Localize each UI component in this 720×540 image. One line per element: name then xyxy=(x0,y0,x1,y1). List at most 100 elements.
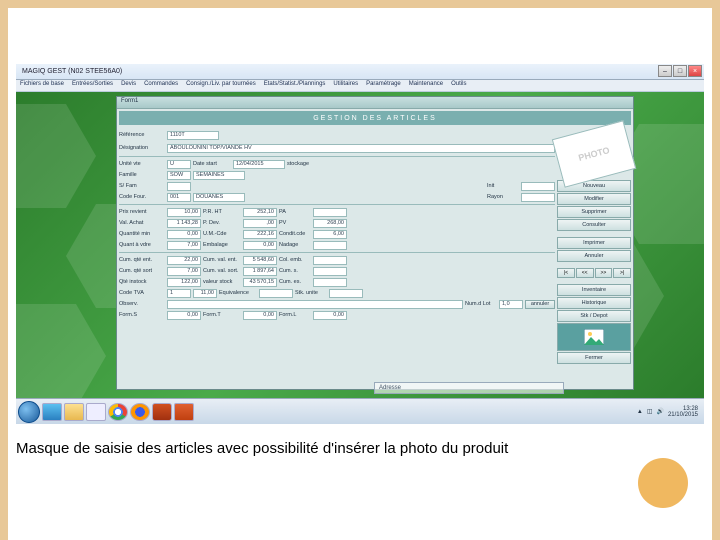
annuler-button[interactable]: Annuler xyxy=(557,250,631,262)
nav-prev-button[interactable]: << xyxy=(576,268,594,278)
equiv-label: Equivalence xyxy=(219,290,257,296)
nav-last-button[interactable]: >| xyxy=(613,268,631,278)
observ-label: Observ. xyxy=(119,301,165,307)
inner-titlebar[interactable]: Form1 xyxy=(117,97,633,109)
prix-rev-field[interactable]: 10,00 xyxy=(167,208,201,217)
qte-vte-label: Quant à vdre xyxy=(119,242,165,248)
codefour-field[interactable]: 001 xyxy=(167,193,191,202)
embal-label: Embalage xyxy=(203,242,241,248)
val-stock-field[interactable]: 43 570,15 xyxy=(243,278,277,287)
pa-field[interactable] xyxy=(313,208,347,217)
nav-next-button[interactable]: >> xyxy=(595,268,613,278)
menu-item[interactable]: Consign./Liv. par tournées xyxy=(186,81,256,90)
close-button[interactable]: × xyxy=(688,65,702,77)
cum-q-sort-label: Cum. qté sort xyxy=(119,268,165,274)
cum-val-sort-field[interactable]: 1 897,64 xyxy=(243,267,277,276)
nadage-label: Nadage xyxy=(279,242,311,248)
reference-field[interactable]: 1110T xyxy=(167,131,219,140)
photo-placeholder[interactable]: PHOTO xyxy=(552,120,636,187)
num-lot-field[interactable]: 1,0 xyxy=(499,300,523,309)
menu-item[interactable]: Etats/Statist./Plannings xyxy=(264,81,326,90)
record-nav: |< << >> >| xyxy=(557,268,631,278)
chrome-icon[interactable] xyxy=(108,403,128,421)
famille-desc-field: SEMAINES xyxy=(193,171,245,180)
cum-es-field[interactable] xyxy=(313,278,347,287)
rayon-label: Rayon xyxy=(487,194,519,200)
embal-field[interactable]: 0,00 xyxy=(243,241,277,250)
cum-s-field[interactable] xyxy=(313,267,347,276)
umo-field[interactable]: 222,16 xyxy=(243,230,277,239)
col-emb-field[interactable] xyxy=(313,256,347,265)
app-icon[interactable] xyxy=(152,403,172,421)
menu-item[interactable]: Outils xyxy=(451,81,466,90)
unite-field[interactable]: U xyxy=(167,160,191,169)
val-achat-field[interactable]: 1 143,28 xyxy=(167,219,201,228)
volume-icon[interactable]: 🔊 xyxy=(656,408,663,415)
nav-first-button[interactable]: |< xyxy=(557,268,575,278)
form-l-field[interactable]: 0,00 xyxy=(313,311,347,320)
equiv-field[interactable] xyxy=(259,289,293,298)
inventaire-button[interactable]: Inventaire xyxy=(557,284,631,296)
init-field[interactable] xyxy=(521,182,555,191)
slide-caption: Masque de saisie des articles avec possi… xyxy=(16,440,704,457)
menu-item[interactable]: Commandes xyxy=(144,81,178,90)
stk-unite-field[interactable] xyxy=(329,289,363,298)
menu-item[interactable]: Paramétrage xyxy=(366,81,401,90)
sfam-field[interactable] xyxy=(167,182,191,191)
modifier-button[interactable]: Modifier xyxy=(557,193,631,205)
menu-item[interactable]: Entrées/Sorties xyxy=(72,81,113,90)
imprimer-button[interactable]: Imprimer xyxy=(557,237,631,249)
minimize-button[interactable]: ‒ xyxy=(658,65,672,77)
tray-icon[interactable]: ▲ xyxy=(637,409,643,415)
annuler-lot-button[interactable]: annuler xyxy=(525,300,555,309)
observ-field[interactable] xyxy=(167,300,463,309)
cum-val-ent-field[interactable]: 5 548,60 xyxy=(243,256,277,265)
powerpoint-icon[interactable] xyxy=(174,403,194,421)
form-fields: Référence 1110T Désignation ABOULOUNINI … xyxy=(119,129,555,387)
window-titlebar[interactable]: MAGIQ GEST (N02 STEE56A0) ‒ □ × xyxy=(16,64,704,80)
system-tray[interactable]: ▲ ◫ 🔊 13:28 21/10/2015 xyxy=(637,406,702,418)
stockage-label: stockage xyxy=(287,161,325,167)
start-button[interactable] xyxy=(18,401,40,423)
date-start-field[interactable]: 12/04/2015 xyxy=(233,160,285,169)
nadage-field[interactable] xyxy=(313,241,347,250)
pr-ht-field[interactable]: 252,10 xyxy=(243,208,277,217)
cond-field[interactable]: 6,00 xyxy=(313,230,347,239)
stk-depot-button[interactable]: Stk / Depot xyxy=(557,310,631,322)
menu-item[interactable]: Fichiers de base xyxy=(20,81,64,90)
famille-field[interactable]: SOW xyxy=(167,171,191,180)
photo-thumbnail[interactable] xyxy=(557,323,631,351)
form-t-field[interactable]: 0,00 xyxy=(243,311,277,320)
code-tva-field[interactable]: 1 xyxy=(167,289,191,298)
consulter-button[interactable]: Consulter xyxy=(557,219,631,231)
calculator-icon[interactable] xyxy=(86,403,106,421)
code-tva-pct-field[interactable]: 11,00 xyxy=(193,289,217,298)
pxdev-field[interactable]: ,00 xyxy=(243,219,277,228)
form-t-label: Form.T xyxy=(203,312,241,318)
rayon-field[interactable] xyxy=(521,193,555,202)
address-bar[interactable]: Adresse xyxy=(374,382,564,394)
menu-item[interactable]: Utilitaires xyxy=(333,81,358,90)
menu-item[interactable]: Devis xyxy=(121,81,136,90)
firefox-icon[interactable] xyxy=(130,403,150,421)
qte-vte-field[interactable]: 7,00 xyxy=(167,241,201,250)
app-title: MAGIQ GEST (N02 STEE56A0) xyxy=(22,68,122,75)
form-s-field[interactable]: 0,00 xyxy=(167,311,201,320)
cum-q-ent-field[interactable]: 22,00 xyxy=(167,256,201,265)
qte-min-field[interactable]: 0,00 xyxy=(167,230,201,239)
historique-button[interactable]: Historique xyxy=(557,297,631,309)
form-s-label: Form.S xyxy=(119,312,165,318)
supprimer-button[interactable]: Supprimer xyxy=(557,206,631,218)
cum-q-sort-field[interactable]: 7,00 xyxy=(167,267,201,276)
pv-field[interactable]: 268,00 xyxy=(313,219,347,228)
designation-field[interactable]: ABOULOUNINI TOP/VIANDE HV xyxy=(167,144,555,153)
pxdev-label: P. Dev. xyxy=(203,220,241,226)
val-stock-label: valeur stock xyxy=(203,279,241,285)
network-icon[interactable]: ◫ xyxy=(647,408,653,415)
qte-instock-field[interactable]: 122,00 xyxy=(167,278,201,287)
explorer-icon[interactable] xyxy=(64,403,84,421)
maximize-button[interactable]: □ xyxy=(673,65,687,77)
menu-item[interactable]: Maintenance xyxy=(409,81,443,90)
fermer-button[interactable]: Fermer xyxy=(557,352,631,364)
ie-icon[interactable] xyxy=(42,403,62,421)
